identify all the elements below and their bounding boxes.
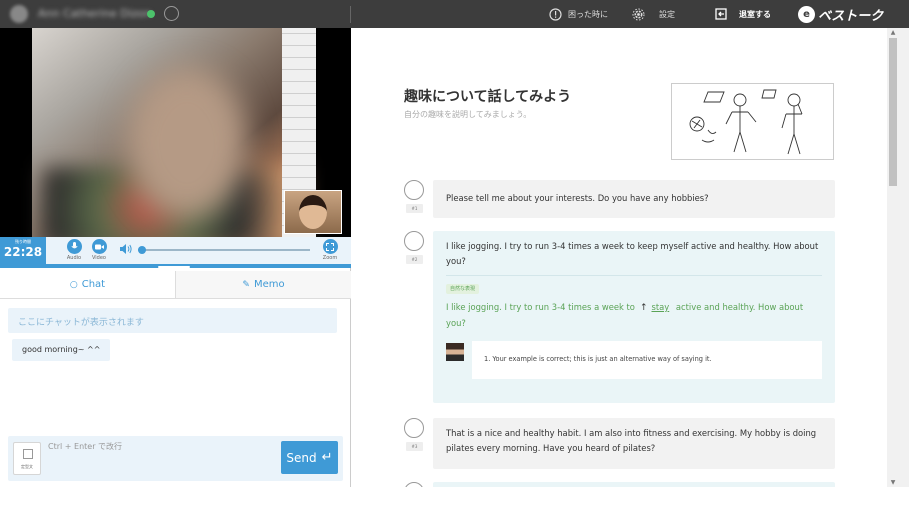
tab-chat-label: Chat (81, 279, 106, 290)
turn-number: #3 (406, 442, 423, 451)
zoom-label: Zoom (322, 255, 338, 261)
settings-button[interactable]: 設定 (632, 6, 675, 22)
tutor-avatar (10, 5, 28, 23)
top-bar: Ann Catherine Dizon 困った時に 設定 退室する e ベストー… (0, 0, 909, 28)
help-label: 困った時に (568, 9, 608, 19)
dialogue-text: That is a nice and healthy habit. I am a… (433, 418, 835, 469)
info-icon (549, 7, 562, 21)
resize-handle[interactable] (158, 266, 190, 268)
tutor-name: Ann Catherine Dizon (38, 7, 152, 20)
turn-number: #1 (406, 204, 423, 213)
self-view-face (299, 195, 327, 229)
chat-compose: 定型文 Ctrl + Enter で改行 Send ↵ (8, 436, 343, 481)
exit-room-button[interactable]: 退室する (715, 6, 771, 22)
tab-memo-label: Memo (253, 279, 285, 290)
volume-slider-knob[interactable] (138, 246, 146, 254)
camera-button[interactable]: Video (89, 239, 109, 261)
tab-chat[interactable]: ○ Chat (0, 271, 176, 298)
tutor-video (0, 28, 351, 237)
correction-note: 1. Your example is correct; this is just… (446, 341, 822, 379)
chat-placeholder: ここにチャットが表示されます (8, 308, 337, 333)
template-label: 定型文 (21, 464, 33, 469)
microphone-icon (70, 242, 78, 249)
brand-logo: e ベストーク (798, 5, 883, 24)
speaker-icon[interactable] (119, 243, 132, 255)
online-status-dot (147, 10, 155, 18)
zoom-button[interactable]: Zoom (320, 239, 340, 261)
tutor-avatar-icon (404, 180, 424, 200)
settings-label: 設定 (659, 9, 675, 19)
tutor-photo (446, 343, 464, 361)
scroll-down-arrow-icon[interactable]: ▼ (889, 479, 897, 486)
send-button[interactable]: Send ↵ (281, 441, 338, 474)
student-avatar-icon (404, 231, 424, 251)
tutor-profile-icon[interactable] (164, 6, 179, 21)
camera-icon (94, 244, 104, 249)
turn-number: #2 (406, 255, 423, 264)
left-panel: 残り時間 22:28 Audio Video Zoom ○ Chat ✎ Mem… (0, 28, 351, 487)
panel-resize-strip[interactable] (0, 264, 351, 268)
chat-bubble-icon: ○ (69, 279, 78, 290)
chat-message: good morning~ ^^ (12, 339, 111, 361)
chat-memo-tabs: ○ Chat ✎ Memo (0, 271, 351, 299)
exit-label: 退室する (739, 9, 771, 19)
template-phrase-button[interactable]: 定型文 (13, 442, 41, 475)
remaining-time: 残り時間 22:28 (0, 237, 46, 264)
lesson-scrollbar[interactable]: ▲ ▼ (887, 28, 909, 487)
fullscreen-icon (326, 242, 334, 251)
template-icon (23, 449, 33, 459)
dialogue-bubble: I like jogging. I try to run 3-4 times a… (433, 231, 835, 403)
insert-caret-icon: ↑ (639, 303, 648, 313)
tutor-avatar-icon (404, 418, 424, 438)
timer-label: 残り時間 (15, 239, 31, 244)
lesson-title: 趣味について話してみよう (404, 89, 572, 105)
video-controls: 残り時間 22:28 Audio Video Zoom (0, 237, 351, 264)
help-button[interactable]: 困った時に (549, 6, 608, 22)
corrected-insertion: stay (651, 302, 670, 312)
audio-button[interactable]: Audio (64, 239, 84, 261)
enter-icon: ↵ (321, 450, 333, 465)
topbar-divider (350, 6, 351, 23)
bottom-margin (0, 487, 909, 515)
dialogue-text: I like jogging. I try to run 3-4 times a… (446, 239, 822, 276)
dialogue-text: Please tell me about your interests. Do … (433, 180, 835, 218)
scroll-up-arrow-icon[interactable]: ▲ (889, 29, 897, 36)
lesson-panel: 趣味について話してみよう 自分の趣味を説明してみましょう。 #1 Please … (352, 28, 887, 487)
chat-input[interactable]: Ctrl + Enter で改行 (47, 441, 272, 475)
lesson-subtitle: 自分の趣味を説明してみましょう。 (404, 110, 532, 119)
exit-icon (715, 8, 727, 20)
lesson-illustration (671, 83, 834, 160)
volume-slider[interactable] (138, 246, 310, 254)
brand-name: ベストーク (818, 9, 884, 24)
audio-label: Audio (66, 255, 82, 261)
corrected-sentence: I like jogging. I try to run 3-4 times a… (446, 300, 822, 331)
tab-memo[interactable]: ✎ Memo (176, 271, 351, 298)
logo-icon: e (798, 6, 815, 23)
video-feed (32, 28, 316, 237)
chat-log[interactable]: ここにチャットが表示されます good morning~ ^^ (0, 300, 351, 430)
natural-expression-tag: 自然な表現 (446, 284, 480, 294)
send-label: Send (286, 450, 317, 465)
video-label: Video (91, 255, 106, 261)
corrected-before: I like jogging. I try to run 3-4 times a… (446, 302, 635, 312)
edit-icon: ✎ (242, 279, 250, 290)
correction-note-text: 1. Your example is correct; this is just… (472, 341, 822, 379)
gear-icon (632, 8, 645, 20)
timer-value: 22:28 (3, 245, 43, 259)
self-view-video[interactable] (284, 190, 342, 234)
video-blur-face (127, 68, 247, 218)
scrollbar-thumb[interactable] (889, 38, 897, 186)
people-talking-illustration (689, 89, 803, 155)
